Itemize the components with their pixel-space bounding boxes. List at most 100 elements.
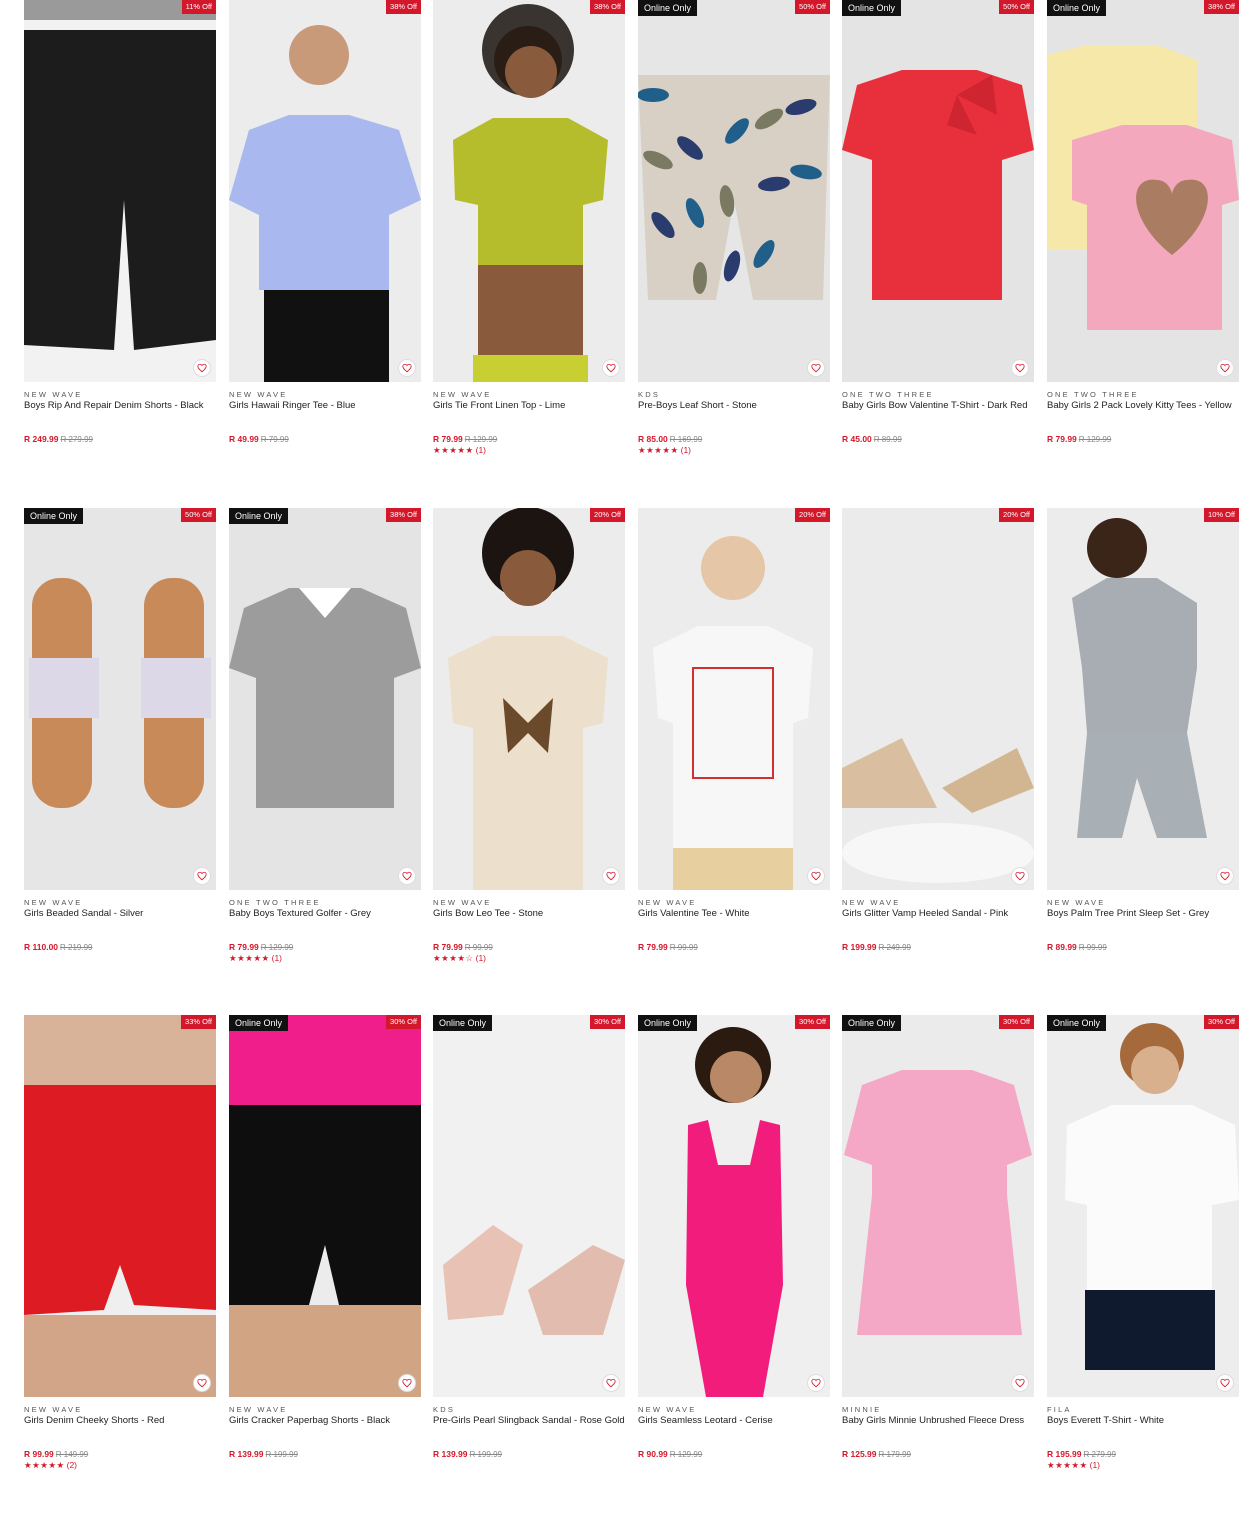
- product-card[interactable]: Online Only 50% Off KDS Pre-Boys Leaf Short…: [638, 0, 830, 470]
- product-image[interactable]: 11% Off: [24, 0, 216, 382]
- product-image[interactable]: Online Only 38% Off: [229, 508, 421, 890]
- product-card[interactable]: 20% Off NEW WAVE Girls Glitter Vamp Heeled…: [842, 508, 1034, 978]
- wishlist-button[interactable]: [398, 359, 416, 377]
- product-name[interactable]: Baby Girls 2 Pack Lovely Kitty Tees - Ye…: [1047, 400, 1239, 412]
- product-card[interactable]: 38% Off NEW WAVE Girls Tie Front Linen Top…: [433, 0, 625, 470]
- product-image[interactable]: Online Only 50% Off: [24, 508, 216, 890]
- wishlist-button[interactable]: [1011, 359, 1029, 377]
- product-price: R 89.99 R 99.99: [1047, 942, 1107, 952]
- product-brand: NEW WAVE: [638, 898, 697, 907]
- product-image[interactable]: 20% Off: [433, 508, 625, 890]
- wishlist-button[interactable]: [807, 359, 825, 377]
- wishlist-button[interactable]: [398, 867, 416, 885]
- original-price: R 79.99: [260, 435, 289, 444]
- product-name[interactable]: Girls Tie Front Linen Top - Lime: [433, 400, 625, 412]
- product-rating[interactable]: ★★★★★ (2): [24, 1460, 77, 1471]
- discount-badge: 50% Off: [181, 508, 216, 522]
- product-image[interactable]: 20% Off: [638, 508, 830, 890]
- product-card[interactable]: Online Only 50% Off NEW WAVE Girls Beaded S…: [24, 508, 216, 978]
- product-name[interactable]: Girls Glitter Vamp Heeled Sandal - Pink: [842, 908, 1034, 920]
- product-card[interactable]: Online Only 30% Off FILA Boys Everett T-Shi…: [1047, 1015, 1239, 1485]
- discount-badge: 33% Off: [181, 1015, 216, 1029]
- product-image[interactable]: Online Only 50% Off: [842, 0, 1034, 382]
- product-brand: NEW WAVE: [433, 898, 492, 907]
- product-rating[interactable]: ★★★★★ (1): [638, 445, 691, 456]
- wishlist-button[interactable]: [807, 1374, 825, 1392]
- review-count: (1): [680, 445, 691, 455]
- product-card[interactable]: Online Only 30% Off KDS Pre-Girls Pearl Sli…: [433, 1015, 625, 1485]
- product-card[interactable]: 33% Off NEW WAVE Girls Denim Cheeky Shorts…: [24, 1015, 216, 1485]
- heart-icon: [606, 871, 616, 881]
- star-icon: ★★★★☆: [433, 953, 474, 963]
- product-card[interactable]: 20% Off NEW WAVE Girls Valentine Tee - Whi…: [638, 508, 830, 978]
- product-card[interactable]: Online Only 38% Off ONE TWO THREE Baby Boys…: [229, 508, 421, 978]
- product-card[interactable]: Online Only 38% Off ONE TWO THREE Baby Girl…: [1047, 0, 1239, 470]
- product-card[interactable]: Online Only 50% Off ONE TWO THREE Baby Girl…: [842, 0, 1034, 470]
- product-image[interactable]: 38% Off: [229, 0, 421, 382]
- wishlist-button[interactable]: [1216, 359, 1234, 377]
- product-name[interactable]: Pre-Boys Leaf Short - Stone: [638, 400, 830, 412]
- product-rating[interactable]: ★★★★☆ (1): [433, 953, 486, 964]
- product-card[interactable]: 38% Off NEW WAVE Girls Hawaii Ringer Tee -…: [229, 0, 421, 470]
- product-image[interactable]: 20% Off: [842, 508, 1034, 890]
- heart-icon: [606, 363, 616, 373]
- product-name[interactable]: Boys Everett T-Shirt - White: [1047, 1415, 1239, 1427]
- product-photo-illustration: [229, 25, 421, 382]
- wishlist-button[interactable]: [1011, 1374, 1029, 1392]
- wishlist-button[interactable]: [193, 359, 211, 377]
- product-name[interactable]: Girls Cracker Paperbag Shorts - Black: [229, 1415, 421, 1427]
- product-card[interactable]: Online Only 30% Off MINNIE Baby Girls Minni…: [842, 1015, 1034, 1485]
- product-image[interactable]: Online Only 30% Off: [638, 1015, 830, 1397]
- product-name[interactable]: Girls Hawaii Ringer Tee - Blue: [229, 400, 421, 412]
- product-price: R 195.99 R 279.99: [1047, 1449, 1116, 1459]
- wishlist-button[interactable]: [193, 867, 211, 885]
- product-card[interactable]: 20% Off NEW WAVE Girls Bow Leo Tee - Stone…: [433, 508, 625, 978]
- wishlist-button[interactable]: [602, 1374, 620, 1392]
- product-name[interactable]: Girls Bow Leo Tee - Stone: [433, 908, 625, 920]
- review-count: (1): [475, 445, 486, 455]
- product-image[interactable]: 10% Off: [1047, 508, 1239, 890]
- product-rating[interactable]: ★★★★★ (1): [229, 953, 282, 964]
- sale-price: R 90.99: [638, 1449, 668, 1459]
- wishlist-button[interactable]: [398, 1374, 416, 1392]
- wishlist-button[interactable]: [1011, 867, 1029, 885]
- product-name[interactable]: Baby Boys Textured Golfer - Grey: [229, 908, 421, 920]
- product-name[interactable]: Baby Girls Bow Valentine T-Shirt - Dark …: [842, 400, 1034, 412]
- product-rating[interactable]: ★★★★★ (1): [433, 445, 486, 456]
- product-image[interactable]: 33% Off: [24, 1015, 216, 1397]
- product-name[interactable]: Pre-Girls Pearl Slingback Sandal - Rose …: [433, 1415, 625, 1427]
- sale-price: R 85.00: [638, 434, 668, 444]
- product-name[interactable]: Girls Seamless Leotard - Cerise: [638, 1415, 830, 1427]
- product-name[interactable]: Boys Palm Tree Print Sleep Set - Grey: [1047, 908, 1239, 920]
- product-card[interactable]: Online Only 30% Off NEW WAVE Girls Cracker …: [229, 1015, 421, 1485]
- product-card[interactable]: Online Only 30% Off NEW WAVE Girls Seamless…: [638, 1015, 830, 1485]
- product-name[interactable]: Girls Denim Cheeky Shorts - Red: [24, 1415, 216, 1427]
- product-name[interactable]: Baby Girls Minnie Unbrushed Fleece Dress: [842, 1415, 1034, 1427]
- product-card[interactable]: 11% Off NEW WAVE Boys Rip And Repair Denim…: [24, 0, 216, 470]
- sale-price: R 110.00: [24, 942, 59, 952]
- wishlist-button[interactable]: [807, 867, 825, 885]
- heart-icon: [811, 1378, 821, 1388]
- product-rating[interactable]: ★★★★★ (1): [1047, 1460, 1100, 1471]
- wishlist-button[interactable]: [602, 867, 620, 885]
- original-price: R 279.99: [60, 435, 93, 444]
- product-name[interactable]: Girls Beaded Sandal - Silver: [24, 908, 216, 920]
- product-image[interactable]: Online Only 50% Off: [638, 0, 830, 382]
- product-name[interactable]: Girls Valentine Tee - White: [638, 908, 830, 920]
- product-image[interactable]: Online Only 30% Off: [229, 1015, 421, 1397]
- product-image[interactable]: 38% Off: [433, 0, 625, 382]
- product-image[interactable]: Online Only 38% Off: [1047, 0, 1239, 382]
- product-name[interactable]: Boys Rip And Repair Denim Shorts - Black: [24, 400, 216, 412]
- wishlist-button[interactable]: [193, 1374, 211, 1392]
- wishlist-button[interactable]: [602, 359, 620, 377]
- heart-icon: [1220, 1378, 1230, 1388]
- product-photo-illustration: [1047, 45, 1239, 330]
- product-card[interactable]: 10% Off NEW WAVE Boys Palm Tree Print Slee…: [1047, 508, 1239, 978]
- heart-icon: [1015, 871, 1025, 881]
- wishlist-button[interactable]: [1216, 867, 1234, 885]
- product-image[interactable]: Online Only 30% Off: [433, 1015, 625, 1397]
- product-image[interactable]: Online Only 30% Off: [1047, 1015, 1239, 1397]
- wishlist-button[interactable]: [1216, 1374, 1234, 1392]
- product-image[interactable]: Online Only 30% Off: [842, 1015, 1034, 1397]
- product-brand: KDS: [433, 1405, 456, 1414]
